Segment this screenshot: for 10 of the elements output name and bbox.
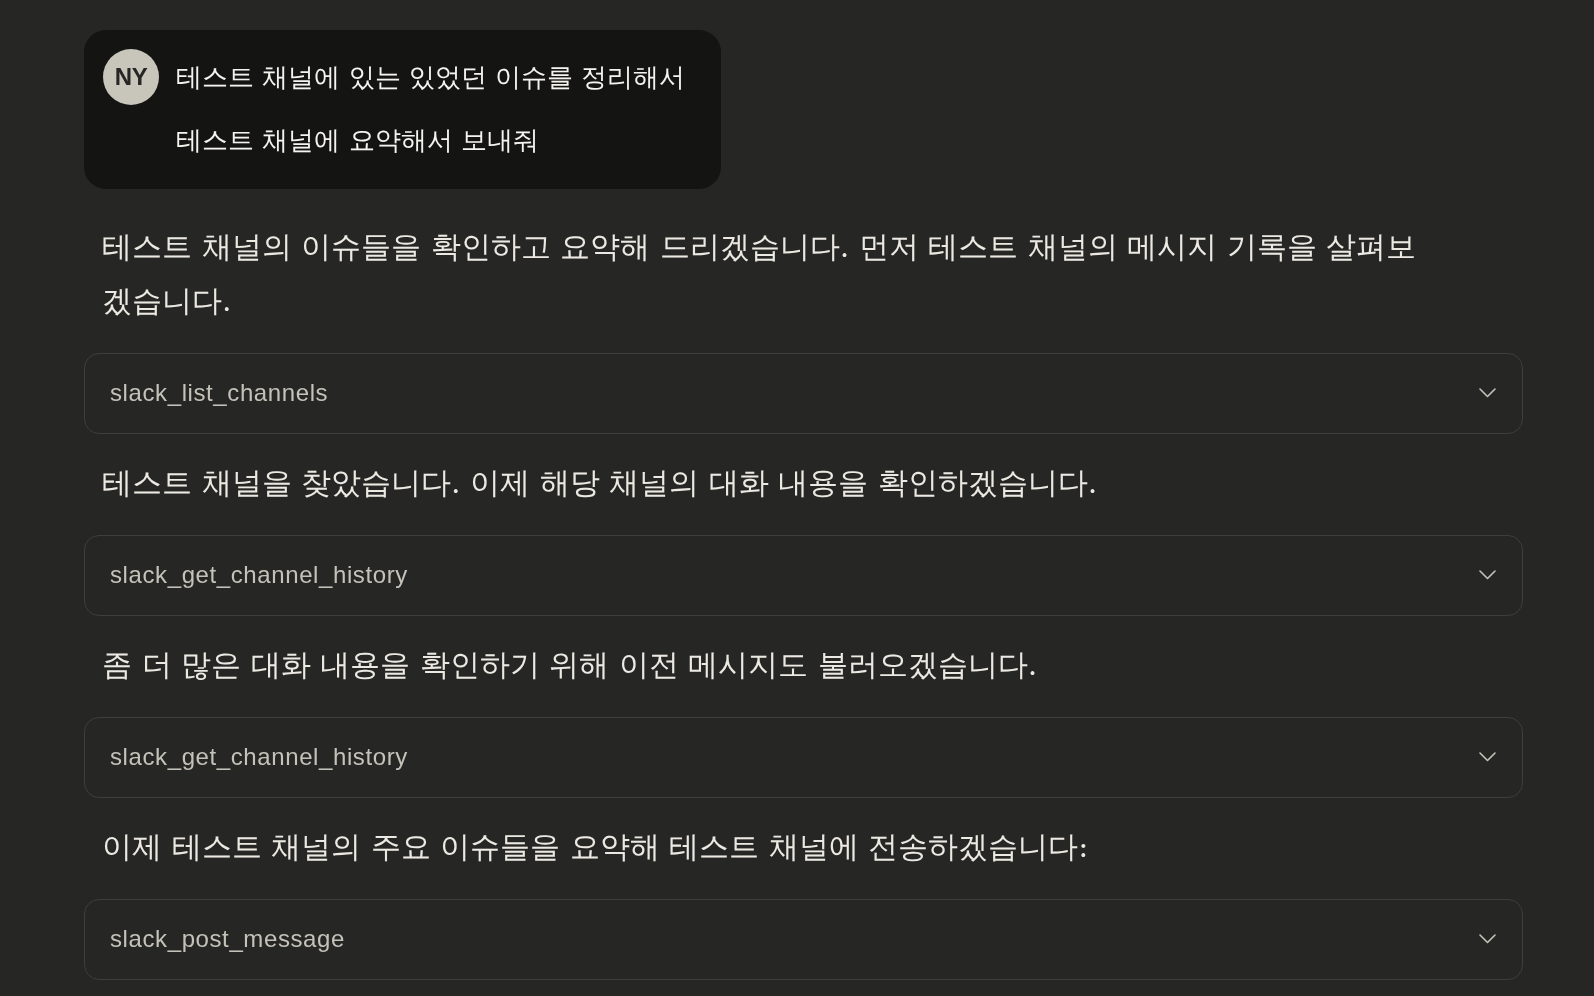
assistant-message-text: 좀 더 많은 대화 내용을 확인하기 위해 이전 메시지도 불러오겠습니다.	[101, 645, 1039, 684]
user-avatar: NY	[103, 49, 159, 105]
assistant-message-text: 이제 테스트 채널의 주요 이슈들을 요약해 테스트 채널에 전송하겠습니다:	[101, 827, 1090, 866]
tool-call-toggle[interactable]: slack_post_message	[84, 898, 1523, 980]
user-message-text: 테스트 채널에 있는 있었던 이슈를 정리해서 테스트 채널에 요약해서 보내줘	[176, 60, 687, 157]
tool-call-toggle[interactable]: slack_get_channel_history	[84, 716, 1523, 798]
assistant-message-text: 테스트 채널을 찾았습니다. 이제 해당 채널의 대화 내용을 확인하겠습니다.	[101, 463, 1099, 502]
tool-call-toggle[interactable]: slack_get_channel_history	[84, 534, 1523, 616]
assistant-message-text: 테스트 채널의 이슈들을 확인하고 요약해 드리겠습니다. 먼저 테스트 채널의 메시지 기록을 살펴보겠습니다.	[101, 227, 1418, 320]
tool-call-toggle[interactable]: slack_list_channels	[84, 352, 1523, 434]
